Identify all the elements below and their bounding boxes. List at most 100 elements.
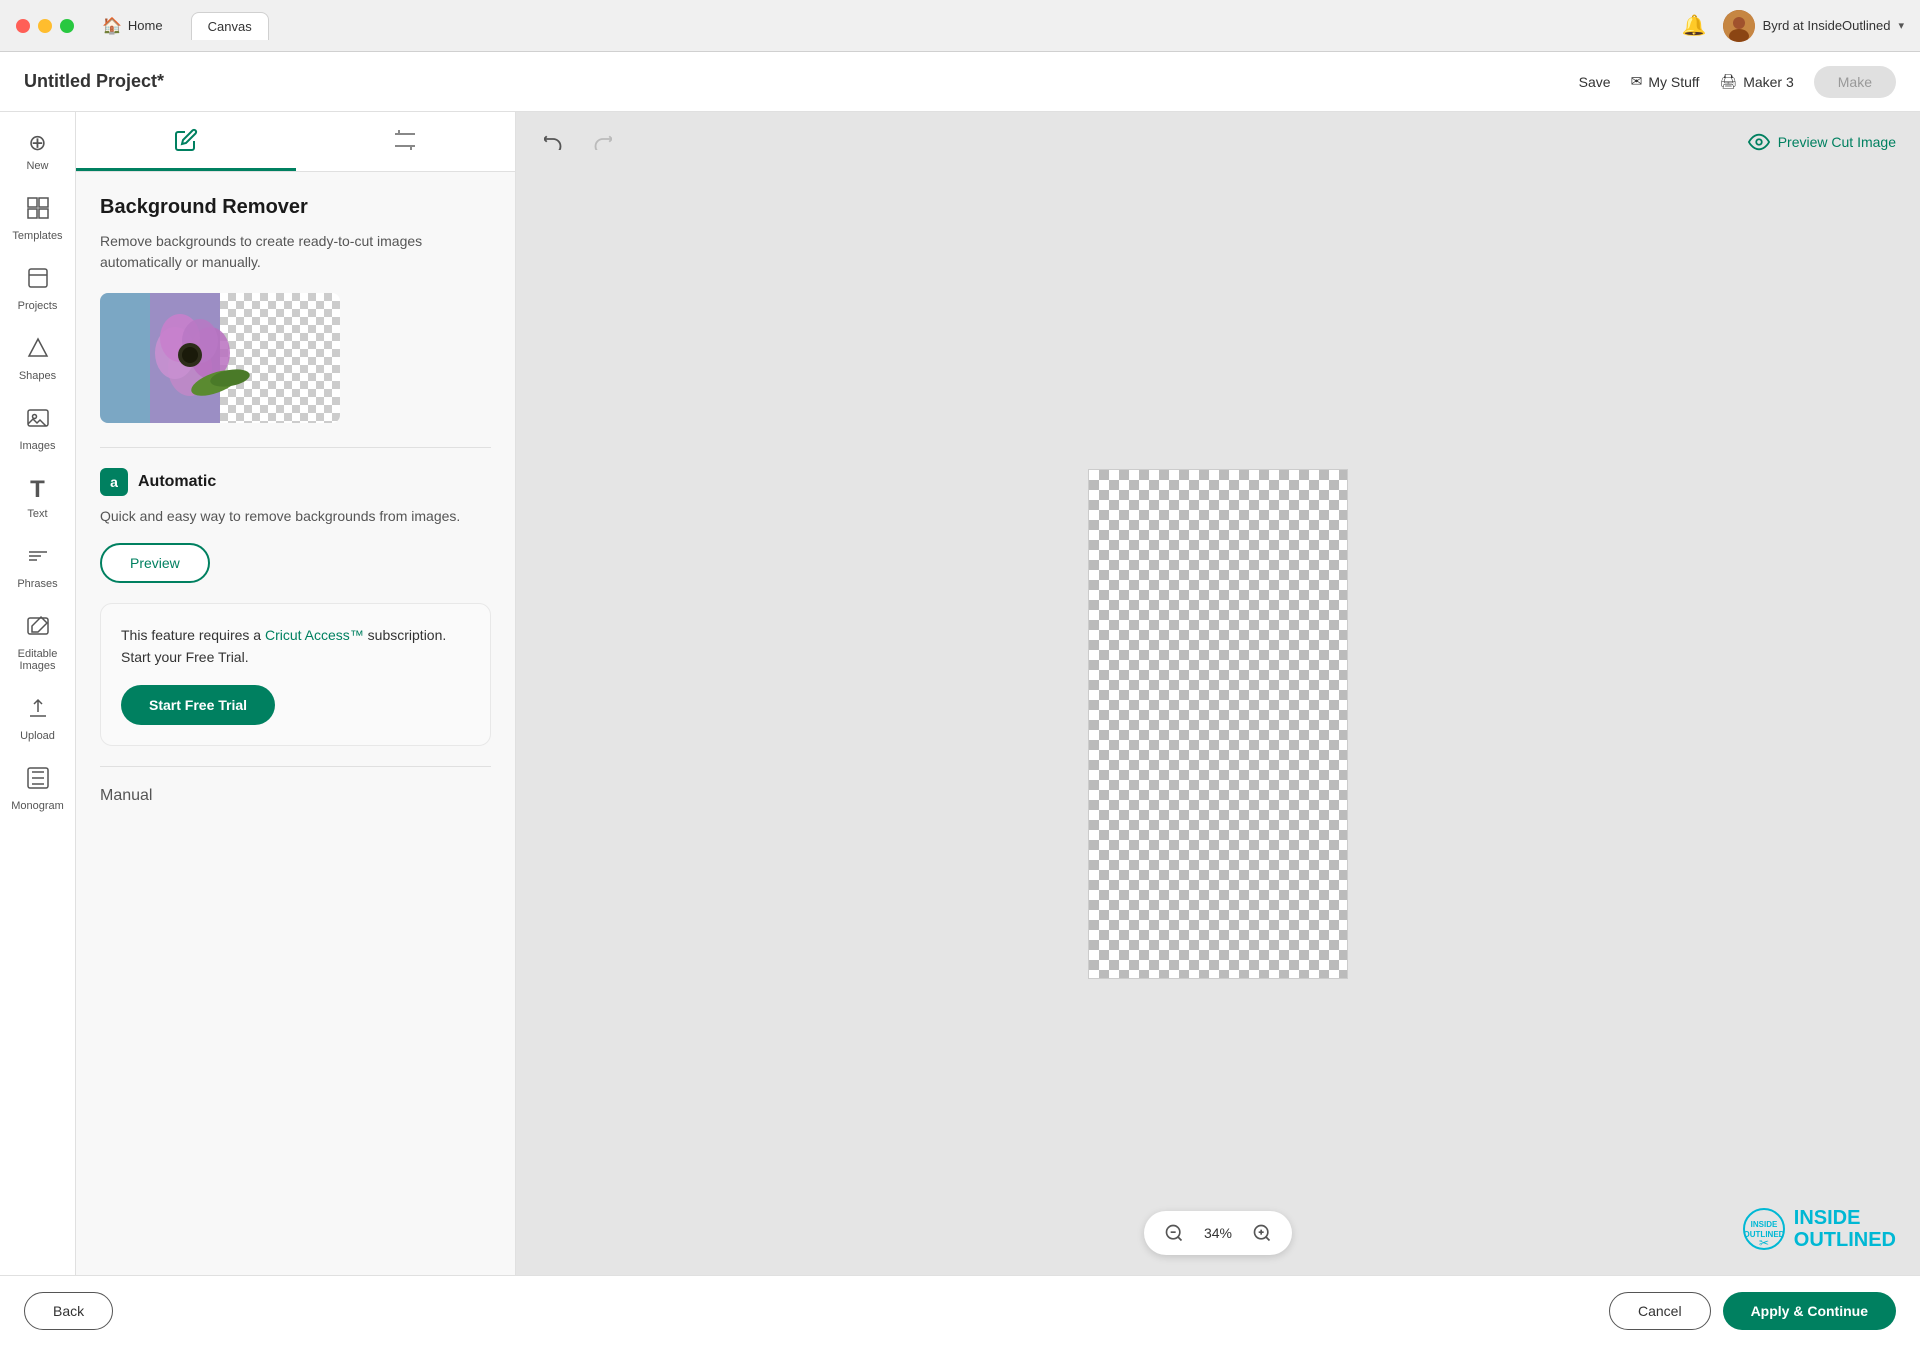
svg-text:INSIDE: INSIDE — [1750, 1220, 1777, 1229]
tab-home[interactable]: 🏠 Home — [86, 10, 179, 42]
undo-icon — [544, 128, 566, 150]
my-stuff-label: My Stuff — [1648, 74, 1699, 90]
projects-icon — [26, 266, 50, 296]
preview-cut-label: Preview Cut Image — [1778, 134, 1896, 150]
maximize-button[interactable] — [60, 19, 74, 33]
sidebar-item-label: Upload — [20, 730, 55, 742]
divider-2 — [100, 766, 491, 767]
sidebar-item-templates[interactable]: Templates — [4, 186, 72, 252]
back-button[interactable]: Back — [24, 1292, 113, 1330]
canvas-area: Preview Cut Image — [516, 112, 1920, 1275]
app-header: Untitled Project* Save ✉ My Stuff 🖨 Make… — [0, 52, 1920, 112]
maker-button[interactable]: 🖨 Maker 3 — [1719, 73, 1793, 90]
redo-icon — [590, 128, 612, 150]
eye-icon — [1748, 131, 1770, 153]
sidebar-item-phrases[interactable]: Phrases — [4, 534, 72, 600]
sidebar-item-label: Images — [19, 440, 55, 452]
text-icon: T — [30, 476, 45, 504]
redo-button[interactable] — [586, 124, 616, 160]
apply-continue-button[interactable]: Apply & Continue — [1723, 1292, 1896, 1330]
watermark: INSIDE OUTLINED ✂ INSIDE OUTLINED — [1742, 1207, 1896, 1251]
header-actions: Save ✉ My Stuff 🖨 Maker 3 Make — [1579, 66, 1896, 98]
cricut-access-link[interactable]: Cricut Access™ — [265, 627, 364, 643]
traffic-lights — [16, 19, 74, 33]
notice-text: This feature requires a Cricut Access™ s… — [121, 624, 470, 669]
bottom-bar: Back Cancel Apply & Continue — [0, 1275, 1920, 1345]
sidebar-item-label: New — [26, 160, 48, 172]
panel-description: Remove backgrounds to create ready-to-cu… — [100, 231, 491, 273]
titlebar: 🏠 Home Canvas 🔔 Byrd at InsideOutlined ▾ — [0, 0, 1920, 52]
chevron-down-icon: ▾ — [1898, 19, 1904, 32]
spiderman-image — [1088, 469, 1348, 979]
automatic-title: Automatic — [138, 473, 216, 491]
edit-icon — [174, 128, 198, 152]
undo-button[interactable] — [540, 124, 570, 160]
zoom-level: 34% — [1200, 1225, 1236, 1241]
my-stuff-button[interactable]: ✉ My Stuff — [1631, 73, 1700, 90]
tab-canvas[interactable]: Canvas — [191, 12, 269, 40]
panel: Background Remover Remove backgrounds to… — [76, 112, 516, 1275]
free-trial-button[interactable]: Start Free Trial — [121, 685, 275, 725]
automatic-desc: Quick and easy way to remove backgrounds… — [100, 506, 491, 527]
avatar — [1723, 10, 1755, 42]
maker-icon: 🖨 — [1719, 73, 1737, 90]
notification-icon[interactable]: 🔔 — [1682, 13, 1707, 38]
templates-icon — [26, 196, 50, 226]
preview-button[interactable]: Preview — [100, 543, 210, 583]
sidebar-item-text[interactable]: T Text — [4, 466, 72, 530]
sidebar: ⊕ New Templates Projects Shapes Images — [0, 112, 76, 1275]
sidebar-item-editable-images[interactable]: Editable Images — [4, 604, 72, 682]
sidebar-item-label: Shapes — [19, 370, 56, 382]
project-title: Untitled Project* — [24, 71, 164, 92]
preview-cut-button[interactable]: Preview Cut Image — [1748, 131, 1896, 153]
sidebar-item-label: Text — [27, 508, 47, 520]
flower-image-svg — [100, 293, 340, 423]
phrases-icon — [26, 544, 50, 574]
upload-icon — [26, 696, 50, 726]
maker-label: Maker 3 — [1743, 74, 1794, 90]
save-label: Save — [1579, 74, 1611, 90]
cancel-button[interactable]: Cancel — [1609, 1292, 1711, 1330]
zoom-in-button[interactable] — [1248, 1219, 1276, 1247]
sidebar-item-upload[interactable]: Upload — [4, 686, 72, 752]
zoom-out-button[interactable] — [1160, 1219, 1188, 1247]
panel-content: Background Remover Remove backgrounds to… — [76, 172, 515, 1275]
make-button[interactable]: Make — [1814, 66, 1896, 98]
main-layout: ⊕ New Templates Projects Shapes Images — [0, 112, 1920, 1275]
preview-image — [100, 293, 340, 423]
panel-tab-crop[interactable] — [296, 112, 516, 171]
panel-tab-edit[interactable] — [76, 112, 296, 171]
manual-label: Manual — [100, 787, 152, 804]
sidebar-item-projects[interactable]: Projects — [4, 256, 72, 322]
close-button[interactable] — [16, 19, 30, 33]
sidebar-item-shapes[interactable]: Shapes — [4, 326, 72, 392]
sidebar-item-monogram[interactable]: Monogram — [4, 756, 72, 822]
new-icon: ⊕ — [28, 130, 46, 156]
my-stuff-icon: ✉ — [1631, 73, 1643, 90]
watermark-icon: INSIDE OUTLINED ✂ — [1742, 1207, 1786, 1251]
sidebar-item-label: Templates — [12, 230, 62, 242]
shapes-icon — [26, 336, 50, 366]
zoom-control: 34% — [1144, 1211, 1292, 1255]
automatic-icon: a — [100, 468, 128, 496]
images-icon — [26, 406, 50, 436]
bottom-right: Cancel Apply & Continue — [1609, 1292, 1896, 1330]
canvas-viewport[interactable]: 34% INSIDE OUTLINED ✂ INSIDE OUTLINED — [516, 172, 1920, 1275]
save-button[interactable]: Save — [1579, 74, 1611, 90]
method-header: a Automatic — [100, 468, 491, 496]
feature-notice: This feature requires a Cricut Access™ s… — [100, 603, 491, 746]
crop-icon — [393, 128, 417, 152]
sidebar-item-label: Phrases — [17, 578, 57, 590]
sidebar-item-images[interactable]: Images — [4, 396, 72, 462]
monogram-icon — [26, 766, 50, 796]
user-info[interactable]: Byrd at InsideOutlined ▾ — [1723, 10, 1904, 42]
watermark-text: INSIDE OUTLINED — [1794, 1207, 1896, 1251]
sidebar-item-label: Editable Images — [12, 648, 64, 672]
automatic-section: a Automatic Quick and easy way to remove… — [100, 468, 491, 583]
minimize-button[interactable] — [38, 19, 52, 33]
titlebar-right: 🔔 Byrd at InsideOutlined ▾ — [1682, 10, 1904, 42]
panel-title: Background Remover — [100, 196, 491, 219]
sidebar-item-label: Monogram — [11, 800, 64, 812]
canvas-toolbar: Preview Cut Image — [516, 112, 1920, 172]
sidebar-item-new[interactable]: ⊕ New — [4, 120, 72, 182]
